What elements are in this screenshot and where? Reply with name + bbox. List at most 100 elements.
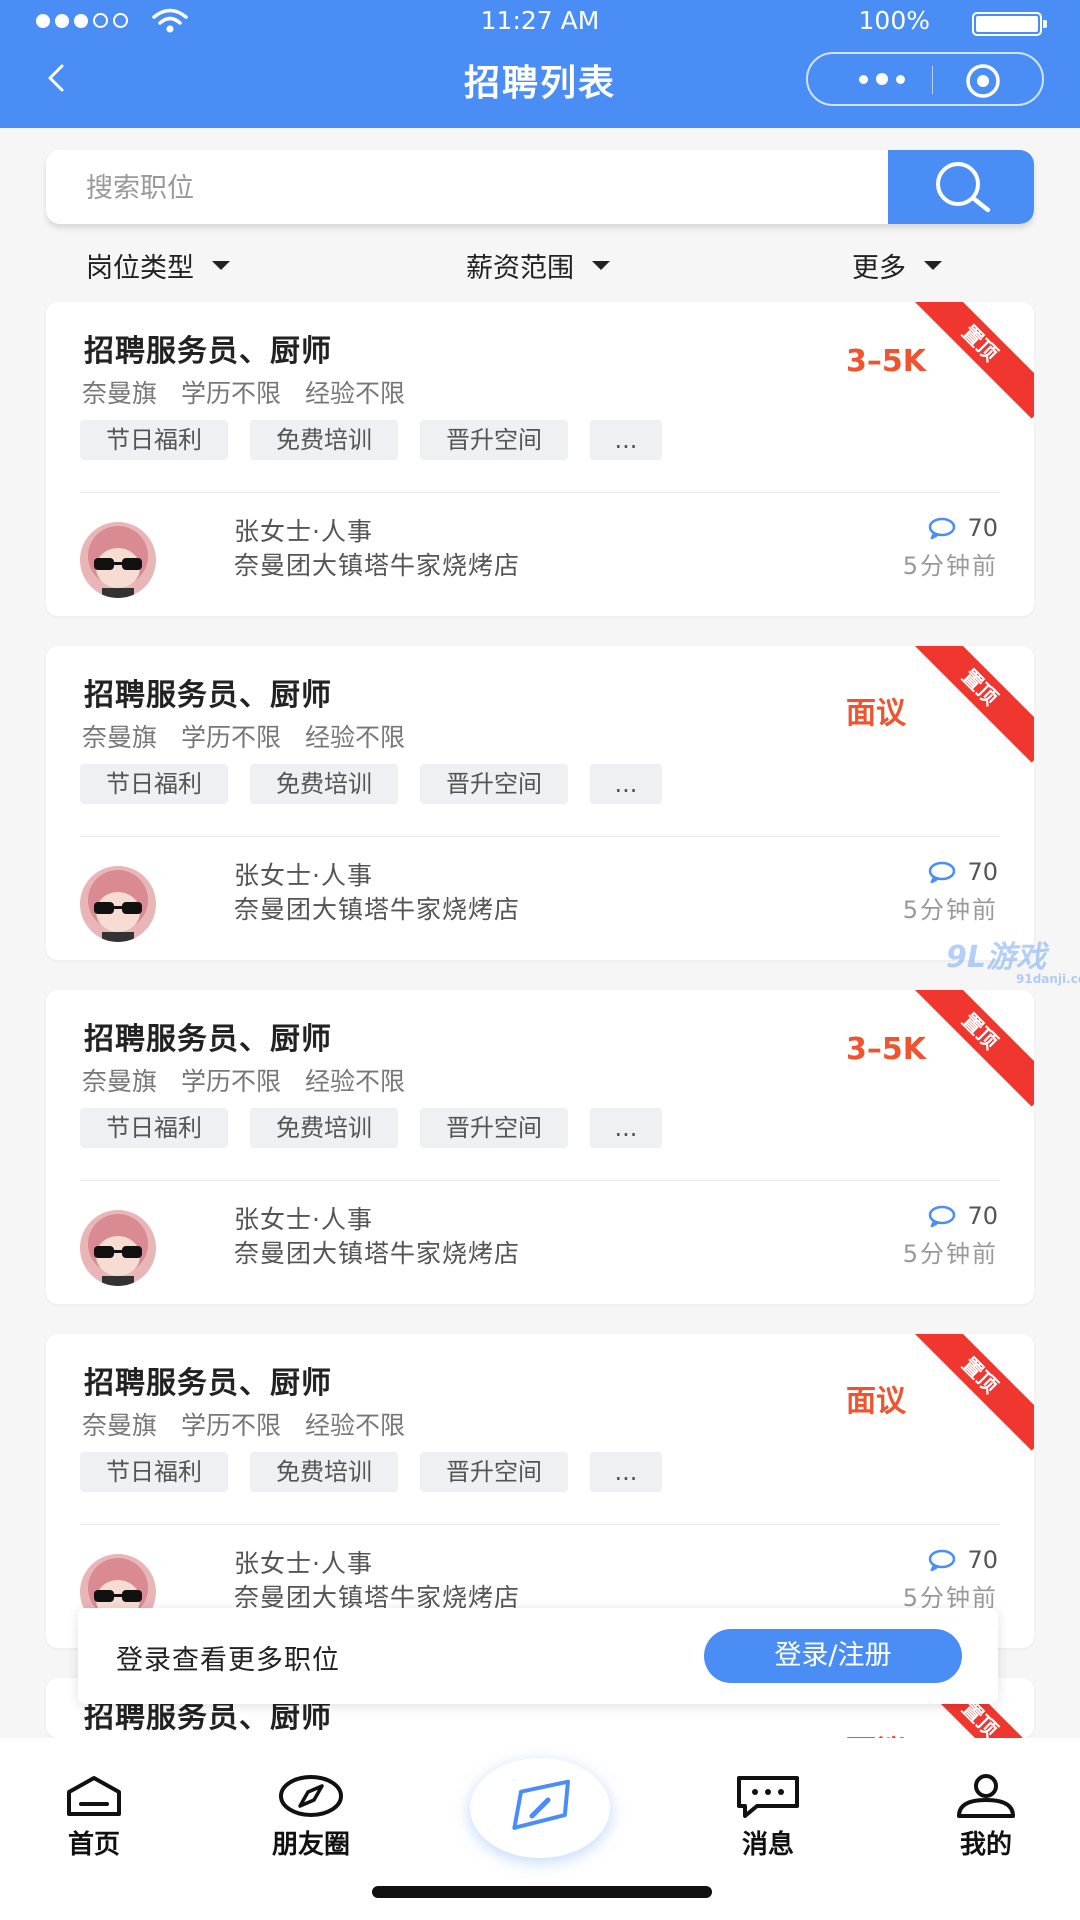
top-bar: 11:27 AM 100% 招聘列表 [0,0,1080,128]
pinned-ribbon: 置顶 [914,302,1034,422]
message-icon [737,1776,799,1818]
filter-bar: 岗位类型 薪资范围 更多 [0,240,1080,290]
salary: 面议 [846,1726,906,1738]
compass-icon [279,1775,343,1817]
contact-name: 张女士·人事 [234,1205,373,1234]
job-meta: 奈曼旗 学历不限 经验不限 [82,374,405,410]
job-title: 招聘服务员、厨师 [84,1022,332,1057]
job-location: 奈曼旗 [82,1067,158,1096]
tab-messages[interactable]: 消息 [688,1774,848,1861]
pinned-ribbon: 置顶 [914,1334,1034,1454]
job-card[interactable]: 置顶 招聘服务员、厨师 面议 奈曼旗 学历不限 经验不限 节日福利 免费培训 晋… [46,646,1034,960]
divider [80,1524,1000,1525]
job-education: 学历不限 [181,379,282,408]
job-education: 学历不限 [181,1067,282,1096]
comment-count: 70 [927,858,998,886]
comment-count: 70 [927,1202,998,1230]
post-time: 5分钟前 [902,552,998,580]
comment-count: 70 [927,1546,998,1574]
job-title: 招聘服务员、厨师 [84,678,332,713]
login-register-button[interactable]: 登录/注册 [704,1629,962,1683]
more-icon[interactable] [846,67,918,91]
login-prompt-bar: 登录查看更多职位 登录/注册 [78,1608,998,1704]
job-experience: 经验不限 [305,1067,406,1096]
job-education: 学历不限 [181,1411,282,1440]
avatar [80,866,156,942]
search-button[interactable] [888,150,1034,224]
status-bar: 11:27 AM 100% [0,0,1080,42]
tag: 免费培训 [250,1452,398,1492]
comment-icon [929,1549,956,1571]
job-meta: 奈曼旗 学历不限 经验不限 [82,1062,405,1098]
comment-icon [929,861,956,883]
battery-percent: 100% [858,6,930,35]
caret-down-icon [924,261,942,270]
tag: 晋升空间 [420,1108,568,1148]
tag: 节日福利 [80,420,228,460]
close-target-icon[interactable] [964,62,1002,100]
benefit-tags: 节日福利 免费培训 晋升空间 ... [80,1452,662,1492]
pinned-ribbon: 置顶 [914,990,1034,1110]
user-icon [957,1774,1015,1818]
salary: 3–5K [846,344,926,379]
login-prompt-text: 登录查看更多职位 [116,1645,340,1676]
watermark-logo: 9L游戏 91danji.com [946,940,1080,986]
filter-job-type[interactable]: 岗位类型 [86,246,230,285]
home-indicator[interactable] [372,1886,712,1898]
salary: 3–5K [846,1032,926,1067]
contact-name: 张女士·人事 [234,861,373,890]
filter-salary-range[interactable]: 薪资范围 [466,246,610,285]
job-card[interactable]: 置顶 招聘服务员、厨师 面议 奈曼旗 学历不限 经验不限 节日福利 免费培训 晋… [46,1334,1034,1648]
tag-more: ... [590,1108,662,1148]
tag: 免费培训 [250,420,398,460]
job-card[interactable]: 置顶 招聘服务员、厨师 3–5K 奈曼旗 学历不限 经验不限 节日福利 免费培训… [46,990,1034,1304]
tab-home[interactable]: 首页 [14,1774,174,1861]
search-bar [46,150,1034,224]
job-meta: 奈曼旗 学历不限 经验不限 [82,718,405,754]
comment-icon [929,517,956,539]
caret-down-icon [212,261,230,270]
filter-more[interactable]: 更多 [852,246,942,285]
divider [80,492,1000,493]
avatar [80,1210,156,1286]
search-input[interactable] [46,150,928,224]
comment-icon [929,1205,956,1227]
salary: 面议 [846,696,906,731]
tag: 节日福利 [80,764,228,804]
avatar [80,522,156,598]
tab-publish[interactable] [470,1758,610,1858]
tab-mine[interactable]: 我的 [906,1774,1066,1861]
contact-name: 张女士·人事 [234,1549,373,1578]
job-location: 奈曼旗 [82,1411,158,1440]
tag-more: ... [590,764,662,804]
job-title: 招聘服务员、厨师 [84,334,332,369]
benefit-tags: 节日福利 免费培训 晋升空间 ... [80,420,662,460]
divider [80,1180,1000,1181]
shop-name: 奈曼团大镇塔牛家烧烤店 [234,895,521,924]
shop-name: 奈曼团大镇塔牛家烧烤店 [234,1239,521,1268]
job-card[interactable]: 置顶 招聘服务员、厨师 3–5K 奈曼旗 学历不限 经验不限 节日福利 免费培训… [46,302,1034,616]
comment-count: 70 [927,514,998,542]
tag-more: ... [590,1452,662,1492]
job-location: 奈曼旗 [82,723,158,752]
search-icon [936,162,991,213]
salary: 面议 [846,1384,906,1419]
post-time: 5分钟前 [902,1240,998,1268]
job-title: 招聘服务员、厨师 [84,1366,332,1401]
tag: 晋升空间 [420,1452,568,1492]
miniprogram-capsule [806,52,1044,106]
tab-moments[interactable]: 朋友圈 [231,1774,391,1861]
shop-name: 奈曼团大镇塔牛家烧烤店 [234,551,521,580]
battery-icon [972,12,1047,36]
home-icon [67,1776,121,1816]
post-time: 5分钟前 [902,896,998,924]
tag: 免费培训 [250,764,398,804]
job-experience: 经验不限 [305,379,406,408]
job-location: 奈曼旗 [82,379,158,408]
benefit-tags: 节日福利 免费培训 晋升空间 ... [80,764,662,804]
tag: 免费培训 [250,1108,398,1148]
job-experience: 经验不限 [305,723,406,752]
tag-more: ... [590,420,662,460]
tag: 节日福利 [80,1452,228,1492]
tag: 节日福利 [80,1108,228,1148]
